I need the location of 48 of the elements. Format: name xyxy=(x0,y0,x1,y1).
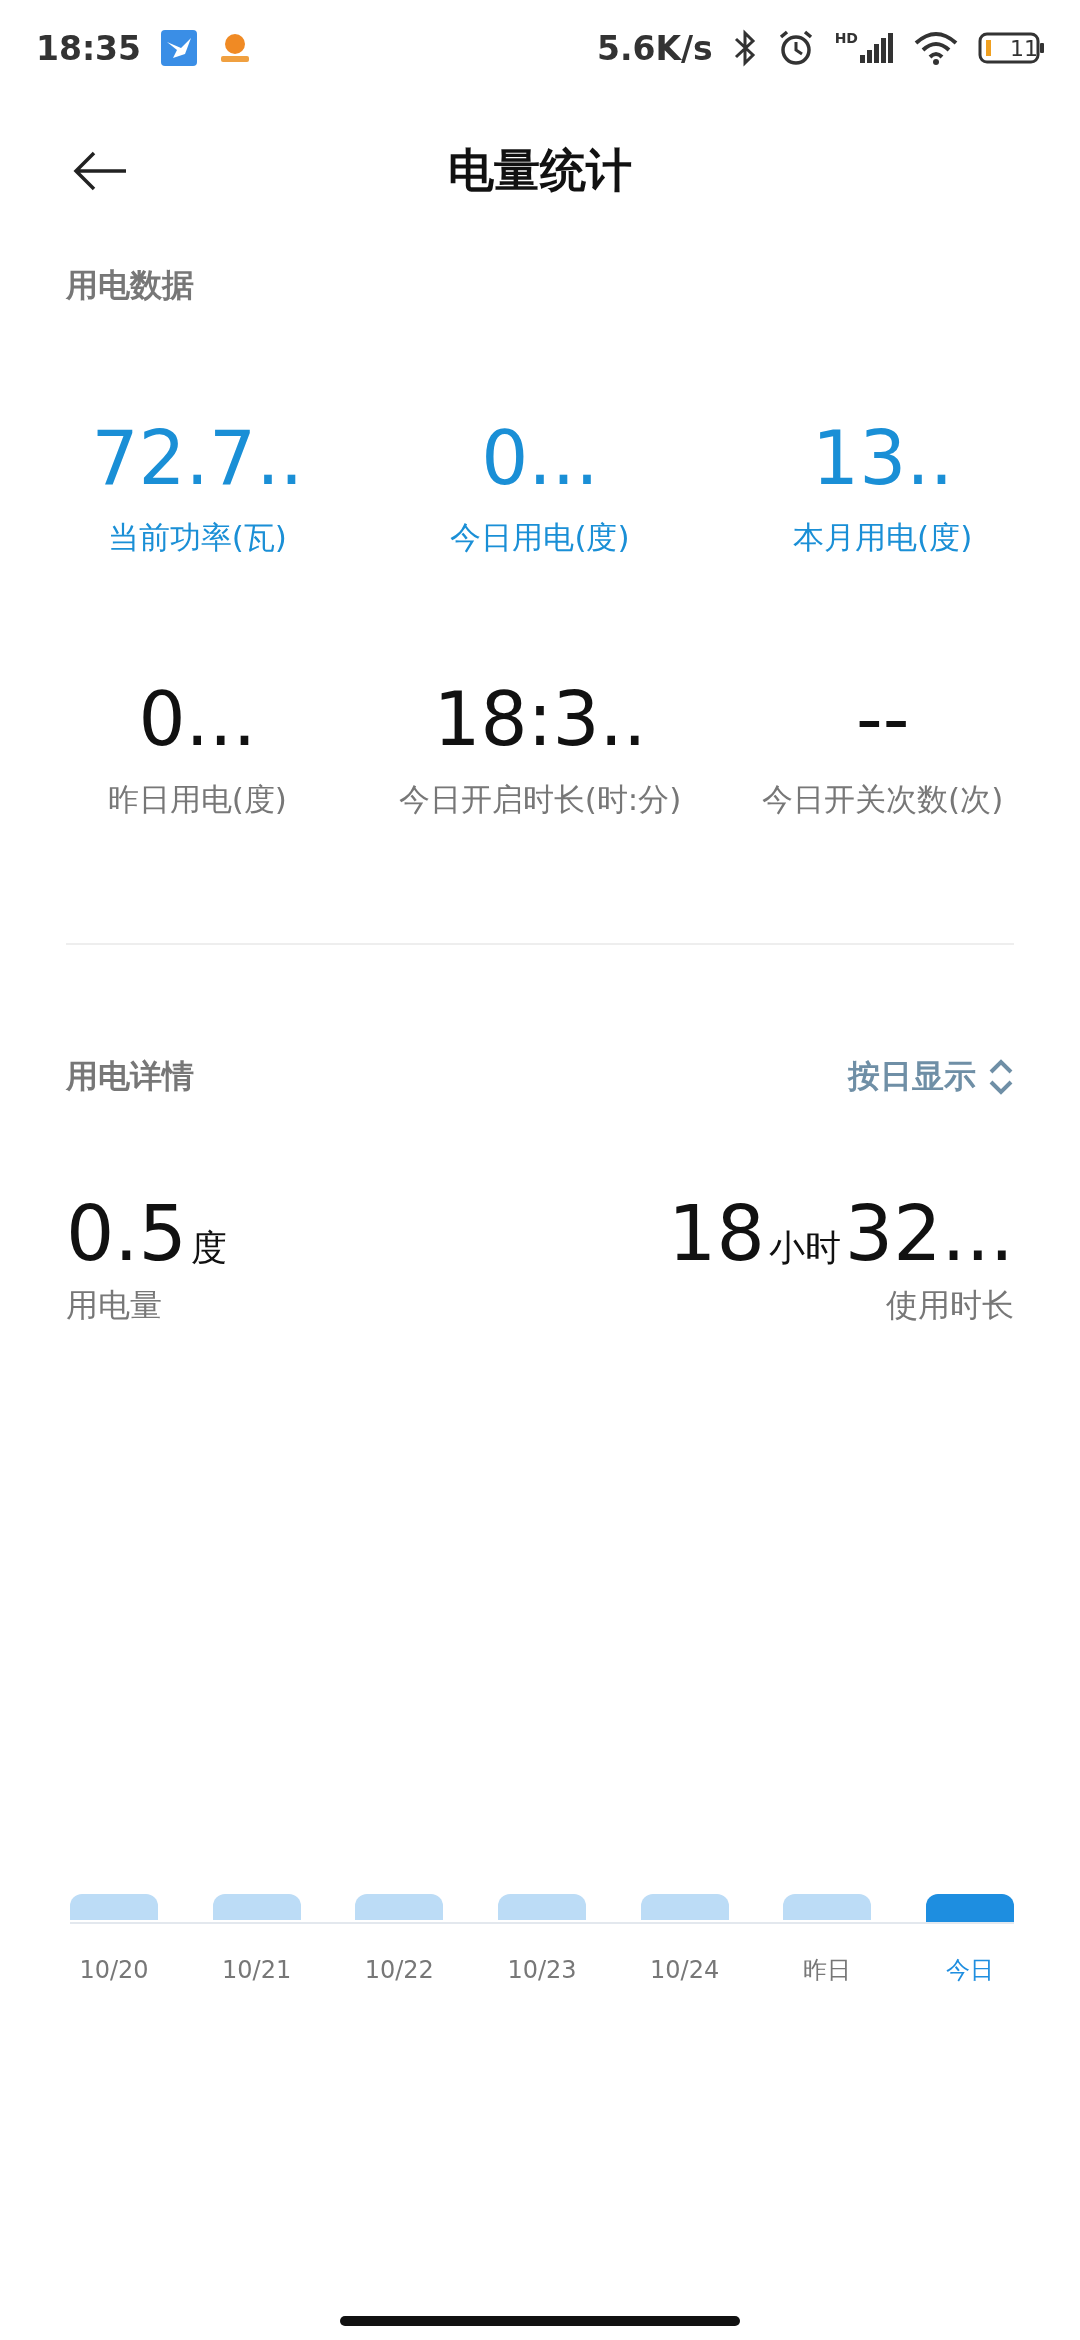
chevron-up-down-icon xyxy=(988,1058,1014,1095)
bluetooth-icon xyxy=(732,29,757,67)
energy-value: 0.5 xyxy=(66,1188,187,1278)
usage-bar[interactable] xyxy=(212,1894,301,1920)
usage-bar[interactable] xyxy=(640,1894,729,1920)
section-title: 用电详情 xyxy=(66,1055,194,1097)
battery-icon xyxy=(978,32,1046,64)
stat-value: 18:3.. xyxy=(433,679,647,761)
duration-minutes: 32... xyxy=(844,1188,1014,1278)
duration-hours: 18 xyxy=(668,1188,765,1278)
stat-value: 72.7.. xyxy=(91,418,304,500)
stat-value: 0... xyxy=(138,679,257,761)
day-tab[interactable]: 10/21 xyxy=(212,1954,301,1986)
section-title: 用电数据 xyxy=(66,265,195,306)
stat-label: 今日用电(度) xyxy=(450,518,630,558)
stat-value: 13.. xyxy=(812,418,954,500)
bird-app-icon xyxy=(161,30,198,66)
day-tab[interactable]: 10/23 xyxy=(497,1954,586,1986)
signal-icon xyxy=(860,33,894,63)
day-tab[interactable]: 10/22 xyxy=(355,1954,444,1986)
display-mode-selector[interactable]: 按日显示 xyxy=(848,1054,1014,1099)
usage-bar[interactable] xyxy=(497,1894,586,1920)
stat-label: 昨日用电(度) xyxy=(107,779,287,819)
stat-label: 今日开启时长(时:分) xyxy=(398,779,682,819)
battery-level: 11 xyxy=(1009,35,1039,61)
stat-label: 今日开关次数(次) xyxy=(762,779,1004,819)
usage-bar[interactable] xyxy=(355,1894,444,1920)
energy-label: 用电量 xyxy=(66,1284,162,1326)
status-time: 18:35 xyxy=(36,28,142,68)
page-title: 电量统计 xyxy=(448,143,632,197)
usage-bar[interactable] xyxy=(783,1894,872,1920)
stat-label: 本月用电(度) xyxy=(793,518,973,558)
usage-bar[interactable] xyxy=(925,1894,1014,1922)
network-type-label: HD xyxy=(834,30,858,46)
home-indicator[interactable] xyxy=(340,2316,740,2326)
stat-label: 当前功率(瓦) xyxy=(107,518,287,558)
network-speed: 5.6K/s xyxy=(596,28,713,68)
day-tab[interactable]: 10/20 xyxy=(70,1954,158,1986)
stat-value: 0... xyxy=(481,418,599,500)
stat-value: -- xyxy=(855,679,910,761)
day-tab[interactable]: 10/24 xyxy=(640,1954,729,1986)
day-tab[interactable]: 昨日 xyxy=(783,1954,872,1986)
duration-label: 使用时长 xyxy=(886,1284,1014,1326)
wifi-icon xyxy=(914,31,958,65)
hours-unit: 小时 xyxy=(768,1225,841,1270)
day-tab[interactable]: 今日 xyxy=(925,1954,1014,1986)
energy-unit: 度 xyxy=(190,1225,227,1270)
usage-bar[interactable] xyxy=(70,1894,158,1920)
